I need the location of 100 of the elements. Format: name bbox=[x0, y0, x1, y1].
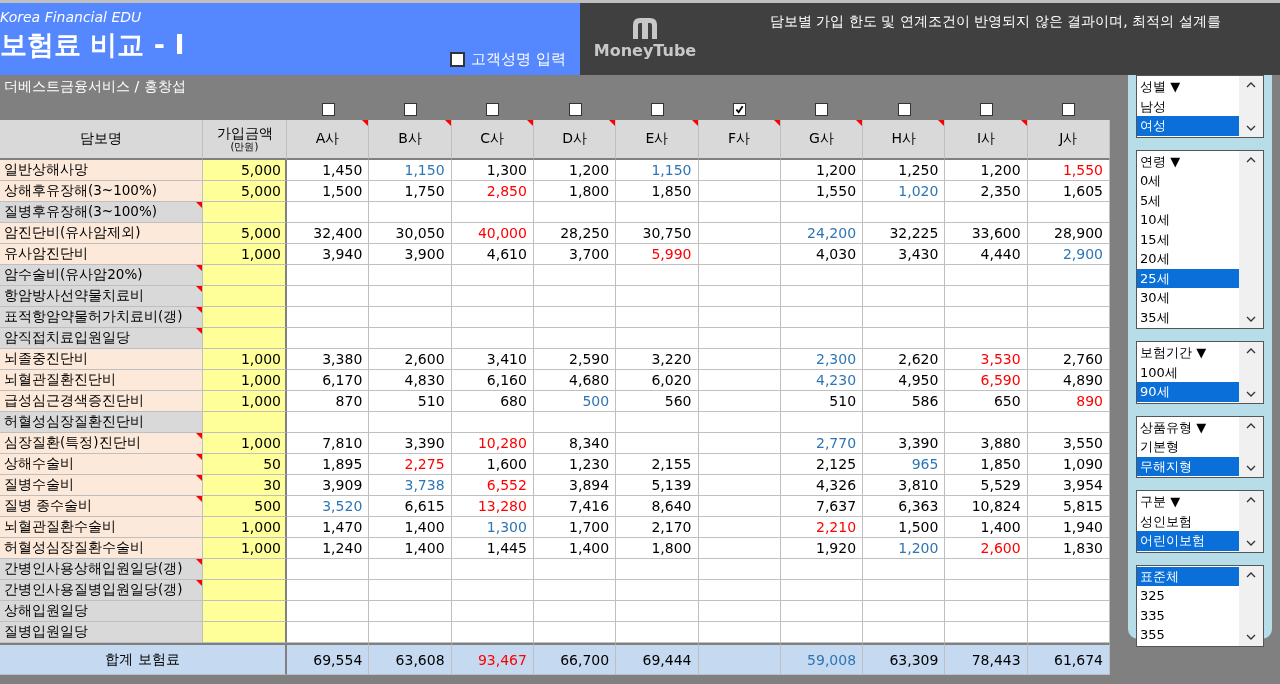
amount-cell[interactable]: 30 bbox=[203, 475, 287, 496]
filter-listbox[interactable]: 상품유형 ▼ 기본형 무해지형 bbox=[1136, 415, 1264, 478]
scroll-down-icon[interactable] bbox=[1246, 390, 1256, 397]
scroll-down-icon[interactable] bbox=[1246, 316, 1256, 322]
list-option[interactable]: 325 bbox=[1137, 586, 1239, 606]
company-checkbox[interactable] bbox=[897, 102, 911, 116]
list-option[interactable]: 25세 bbox=[1137, 268, 1239, 288]
amount-cell[interactable] bbox=[203, 202, 287, 223]
company-checkbox[interactable] bbox=[815, 102, 829, 116]
list-option[interactable]: 100세 bbox=[1137, 362, 1239, 382]
amount-cell[interactable]: 1,000 bbox=[203, 244, 287, 265]
coverage-name: 표적항암약물허가치료비(갱) bbox=[0, 307, 203, 328]
filter-listbox[interactable]: 구분 ▼ 성인보험 어린이보험 bbox=[1136, 490, 1264, 553]
list-option[interactable]: 무해지형 bbox=[1137, 456, 1239, 476]
list-option[interactable]: 보험기간 ▼ bbox=[1137, 343, 1239, 363]
list-option[interactable]: 성별 ▼ bbox=[1137, 77, 1239, 97]
company-checkbox[interactable] bbox=[486, 102, 500, 116]
list-option[interactable]: 355 bbox=[1137, 625, 1239, 645]
list-option[interactable]: 어린이보험 bbox=[1137, 531, 1239, 551]
list-option[interactable]: 15세 bbox=[1137, 229, 1239, 249]
amount-cell[interactable] bbox=[203, 286, 287, 307]
amount-cell[interactable] bbox=[203, 265, 287, 286]
company-checkbox[interactable] bbox=[1062, 102, 1076, 116]
scrollbar[interactable] bbox=[1239, 76, 1263, 137]
amount-cell[interactable] bbox=[203, 328, 287, 349]
amount-cell[interactable] bbox=[203, 622, 287, 643]
scroll-up-icon[interactable] bbox=[1246, 348, 1256, 354]
list-option[interactable]: 표준체 bbox=[1137, 566, 1239, 586]
premium-cell: 2,850 bbox=[451, 181, 534, 202]
premium-cell: 10,280 bbox=[451, 433, 534, 454]
list-option[interactable]: 남성 bbox=[1137, 96, 1239, 116]
total-cell: 93,467 bbox=[451, 643, 534, 675]
premium-cell: 5,139 bbox=[616, 475, 699, 496]
amount-cell[interactable]: 1,000 bbox=[203, 517, 287, 538]
premium-cell: 7,416 bbox=[533, 496, 617, 517]
amount-cell[interactable] bbox=[203, 580, 287, 601]
company-checkbox[interactable] bbox=[650, 102, 664, 116]
list-option[interactable]: 30세 bbox=[1137, 288, 1239, 308]
amount-cell[interactable] bbox=[203, 559, 287, 580]
list-option[interactable]: 5세 bbox=[1137, 190, 1239, 210]
scroll-up-icon[interactable] bbox=[1246, 571, 1256, 578]
list-option[interactable]: 90세 bbox=[1137, 382, 1239, 402]
premium-cell: 1,240 bbox=[287, 538, 370, 559]
list-option[interactable]: 연령 ▼ bbox=[1137, 151, 1239, 171]
logo-icon bbox=[630, 15, 660, 41]
premium-cell: 1,200 bbox=[780, 160, 864, 181]
scrollbar[interactable] bbox=[1239, 565, 1263, 646]
company-checkbox[interactable] bbox=[733, 102, 747, 116]
premium-cell: 10,824 bbox=[945, 496, 1028, 517]
premium-cell: 965 bbox=[863, 454, 946, 475]
list-option[interactable]: 0세 bbox=[1137, 171, 1239, 191]
list-option[interactable]: 기본형 bbox=[1137, 437, 1239, 457]
scroll-down-icon[interactable] bbox=[1246, 465, 1256, 471]
scroll-up-icon[interactable] bbox=[1246, 156, 1256, 163]
company-checkbox[interactable] bbox=[568, 102, 582, 116]
filter-listbox[interactable]: 성별 ▼ 남성 여성 bbox=[1136, 75, 1264, 138]
amount-cell[interactable] bbox=[203, 307, 287, 328]
filter-listbox[interactable]: 연령 ▼ 0세 5세 10세 15세 20세 25세 30세 35세 bbox=[1136, 149, 1264, 329]
column-header: A사 bbox=[287, 120, 370, 160]
scroll-up-icon[interactable] bbox=[1246, 422, 1256, 429]
list-option[interactable]: 여성 bbox=[1137, 116, 1239, 136]
premium-cell: 1,800 bbox=[533, 181, 617, 202]
scrollbar[interactable] bbox=[1239, 342, 1263, 403]
list-option[interactable]: 상품유형 ▼ bbox=[1137, 417, 1239, 437]
list-option[interactable]: 335 bbox=[1137, 605, 1239, 625]
scroll-up-icon[interactable] bbox=[1246, 497, 1256, 503]
list-option[interactable]: 성인보험 bbox=[1137, 511, 1239, 531]
amount-cell[interactable]: 1,000 bbox=[203, 433, 287, 454]
amount-cell[interactable]: 1,000 bbox=[203, 370, 287, 391]
amount-cell[interactable]: 5,000 bbox=[203, 181, 287, 202]
column-header: D사 bbox=[533, 120, 617, 160]
amount-cell[interactable]: 500 bbox=[203, 496, 287, 517]
amount-cell[interactable]: 1,000 bbox=[203, 391, 287, 412]
scroll-down-icon[interactable] bbox=[1246, 124, 1256, 131]
agency-name: 더베스트금융서비스 / 홍창섭 bbox=[3, 77, 187, 96]
scroll-down-icon[interactable] bbox=[1246, 633, 1256, 640]
scrollbar[interactable] bbox=[1239, 491, 1263, 552]
amount-cell[interactable]: 1,000 bbox=[203, 349, 287, 370]
list-option[interactable]: 20세 bbox=[1137, 249, 1239, 269]
amount-cell[interactable]: 50 bbox=[203, 454, 287, 475]
scroll-up-icon[interactable] bbox=[1246, 82, 1256, 88]
list-option[interactable]: 10세 bbox=[1137, 210, 1239, 230]
amount-cell[interactable] bbox=[203, 412, 287, 433]
amount-cell[interactable]: 5,000 bbox=[203, 223, 287, 244]
amount-cell[interactable] bbox=[203, 601, 287, 622]
company-checkbox[interactable] bbox=[980, 102, 994, 116]
company-checkbox[interactable] bbox=[403, 102, 417, 116]
scrollbar[interactable] bbox=[1239, 416, 1263, 477]
premium-cell: 13,280 bbox=[451, 496, 534, 517]
list-option[interactable]: 구분 ▼ bbox=[1137, 492, 1239, 512]
amount-cell[interactable]: 1,000 bbox=[203, 538, 287, 559]
filter-listbox[interactable]: 보험기간 ▼ 100세 90세 bbox=[1136, 341, 1264, 404]
filter-listbox[interactable]: 표준체 325 335 355 bbox=[1136, 564, 1264, 647]
amount-header-label: 가입금액 bbox=[216, 125, 273, 142]
amount-cell[interactable]: 5,000 bbox=[203, 160, 287, 181]
scroll-down-icon[interactable] bbox=[1246, 539, 1256, 546]
company-checkbox[interactable] bbox=[321, 102, 335, 116]
logo-text: MoneyTube bbox=[593, 41, 697, 60]
list-option[interactable]: 35세 bbox=[1137, 307, 1239, 327]
scrollbar[interactable] bbox=[1239, 150, 1263, 328]
